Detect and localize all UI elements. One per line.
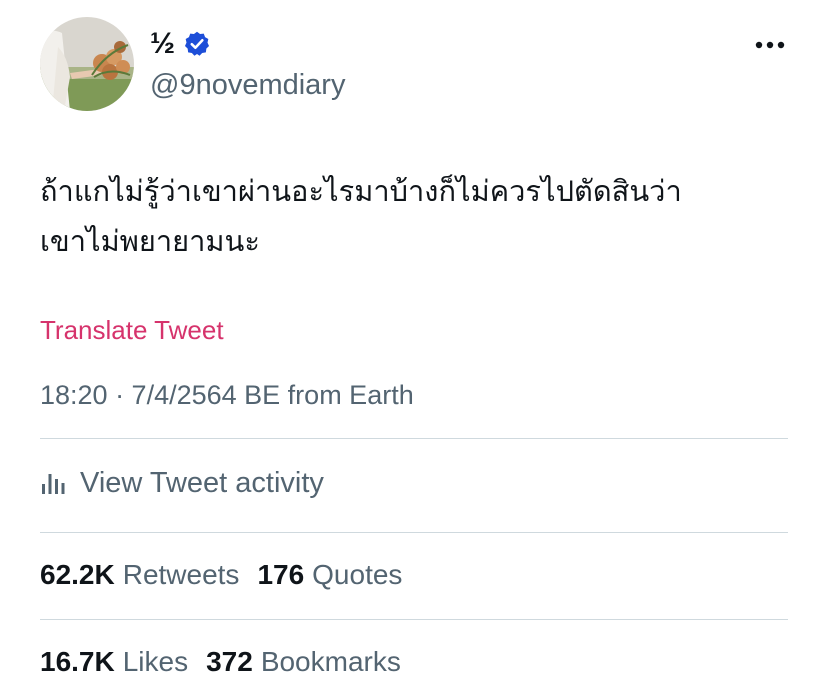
divider — [40, 532, 788, 533]
view-tweet-activity-label: View Tweet activity — [80, 466, 324, 499]
tweet-timestamp[interactable]: 18:20 · 7/4/2564 BE from Earth — [40, 376, 414, 414]
retweets-label: Retweets — [122, 559, 240, 590]
bookmarks-stat[interactable]: 372 Bookmarks — [206, 646, 401, 678]
display-name-row[interactable]: ½ — [150, 24, 211, 64]
user-handle[interactable]: @9novemdiary — [150, 65, 345, 105]
analytics-bar-icon — [42, 474, 65, 494]
tweet-text-line: ถ้าแกไม่รู้ว่าเขาผ่านอะไรมาบ้างก็ไม่ควรไ… — [40, 174, 682, 208]
more-options-button[interactable] — [748, 30, 792, 60]
likes-label: Likes — [122, 646, 189, 677]
profile-photo-flowers — [40, 17, 134, 111]
display-name[interactable]: ½ — [150, 24, 175, 64]
bookmarks-label: Bookmarks — [260, 646, 401, 677]
divider — [40, 438, 788, 439]
translate-tweet-link[interactable]: Translate Tweet — [40, 312, 224, 348]
tweet-text-line: เขาไม่พยายามนะ — [40, 224, 260, 258]
avatar[interactable] — [40, 17, 134, 111]
divider — [40, 619, 788, 620]
retweets-count: 62.2K — [40, 559, 115, 590]
likes-count: 16.7K — [40, 646, 115, 677]
quotes-count: 176 — [257, 559, 305, 590]
tweet-text: ถ้าแกไม่รู้ว่าเขาผ่านอะไรมาบ้างก็ไม่ควรไ… — [40, 166, 800, 266]
retweets-stat[interactable]: 62.2K Retweets — [40, 559, 239, 591]
verified-badge-icon — [185, 31, 210, 56]
likes-stat[interactable]: 16.7K Likes — [40, 646, 188, 678]
stats-row-likes-bookmarks: 16.7K Likes 372 Bookmarks — [40, 641, 419, 683]
more-options-icon — [755, 41, 785, 49]
stats-row-retweets-quotes: 62.2K Retweets 176 Quotes — [40, 554, 420, 596]
bookmarks-count: 372 — [206, 646, 253, 677]
view-tweet-activity-button[interactable]: View Tweet activity — [40, 462, 324, 504]
quotes-stat[interactable]: 176 Quotes — [257, 559, 402, 591]
quotes-label: Quotes — [312, 559, 403, 590]
